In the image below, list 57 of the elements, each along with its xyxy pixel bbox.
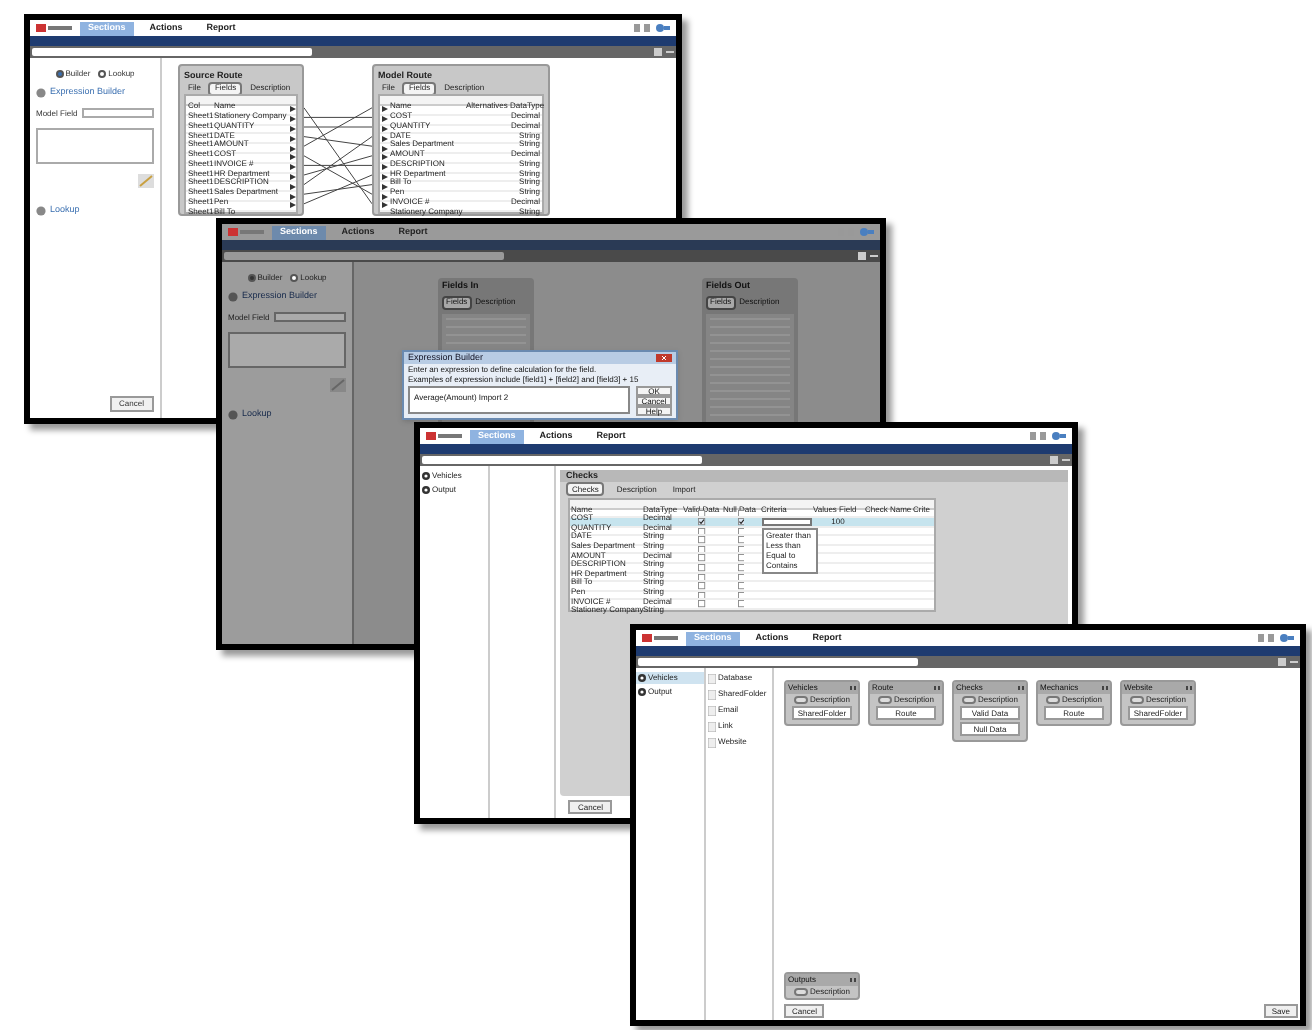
checkbox[interactable] [698, 536, 706, 544]
collapse-icon[interactable] [228, 292, 238, 302]
checkbox[interactable] [698, 509, 706, 517]
logo-icon [36, 24, 72, 32]
panel-controls-icon[interactable] [654, 48, 674, 56]
search-field[interactable] [224, 252, 504, 260]
toolbar-icons[interactable] [634, 24, 670, 32]
search-field[interactable] [32, 48, 312, 56]
checkbox[interactable] [737, 591, 745, 599]
radio-button[interactable] [55, 70, 64, 78]
logo-icon [426, 432, 462, 440]
toggle-switch[interactable] [1129, 696, 1144, 704]
radio-button[interactable] [247, 274, 256, 282]
collapse-icon[interactable] [36, 206, 46, 216]
checkbox[interactable] [698, 518, 706, 526]
collapse-icon[interactable] [36, 88, 46, 98]
checkbox[interactable] [737, 509, 745, 517]
model-field-dropdown[interactable] [273, 312, 346, 322]
model-field-dropdown[interactable] [81, 108, 154, 118]
logo-icon [228, 228, 264, 236]
checkbox[interactable] [698, 545, 706, 553]
panel-controls-icon[interactable] [858, 252, 878, 260]
logo-icon [642, 634, 678, 642]
checkbox[interactable] [737, 573, 745, 581]
toggle-switch[interactable] [877, 696, 892, 704]
checkbox[interactable] [698, 564, 706, 572]
collapse-icon[interactable] [228, 410, 238, 420]
checkbox[interactable] [698, 554, 706, 563]
checkbox[interactable] [698, 573, 706, 581]
close-icon[interactable] [656, 354, 672, 362]
search-field[interactable] [638, 658, 918, 666]
checkbox[interactable] [737, 582, 745, 590]
search-field[interactable] [422, 456, 702, 464]
checkbox[interactable] [737, 518, 745, 526]
toggle-switch[interactable] [1045, 696, 1060, 704]
panel-controls-icon[interactable] [1050, 456, 1070, 464]
toolbar-icons[interactable] [1258, 634, 1294, 642]
checkbox[interactable] [698, 591, 706, 599]
expression-text-area[interactable] [228, 332, 346, 368]
expression-text-area[interactable] [36, 128, 154, 164]
toggle-switch[interactable] [793, 696, 808, 704]
checkbox[interactable] [737, 545, 745, 553]
toggle-switch[interactable] [793, 987, 808, 995]
toggle-switch[interactable] [961, 696, 976, 704]
checkbox[interactable] [737, 536, 745, 544]
panel-controls-icon[interactable] [1278, 658, 1298, 666]
toolbar-icons[interactable] [1030, 432, 1066, 440]
checkbox[interactable] [737, 564, 745, 572]
criteria-dropdown[interactable] [761, 517, 811, 526]
checkbox[interactable] [737, 527, 745, 535]
radio-button[interactable] [98, 70, 107, 78]
checkbox[interactable] [737, 600, 745, 609]
radio-button[interactable] [290, 274, 299, 282]
checkbox[interactable] [737, 554, 745, 563]
checkbox[interactable] [698, 527, 706, 535]
checkbox[interactable] [698, 600, 706, 609]
checkbox[interactable] [698, 582, 706, 590]
